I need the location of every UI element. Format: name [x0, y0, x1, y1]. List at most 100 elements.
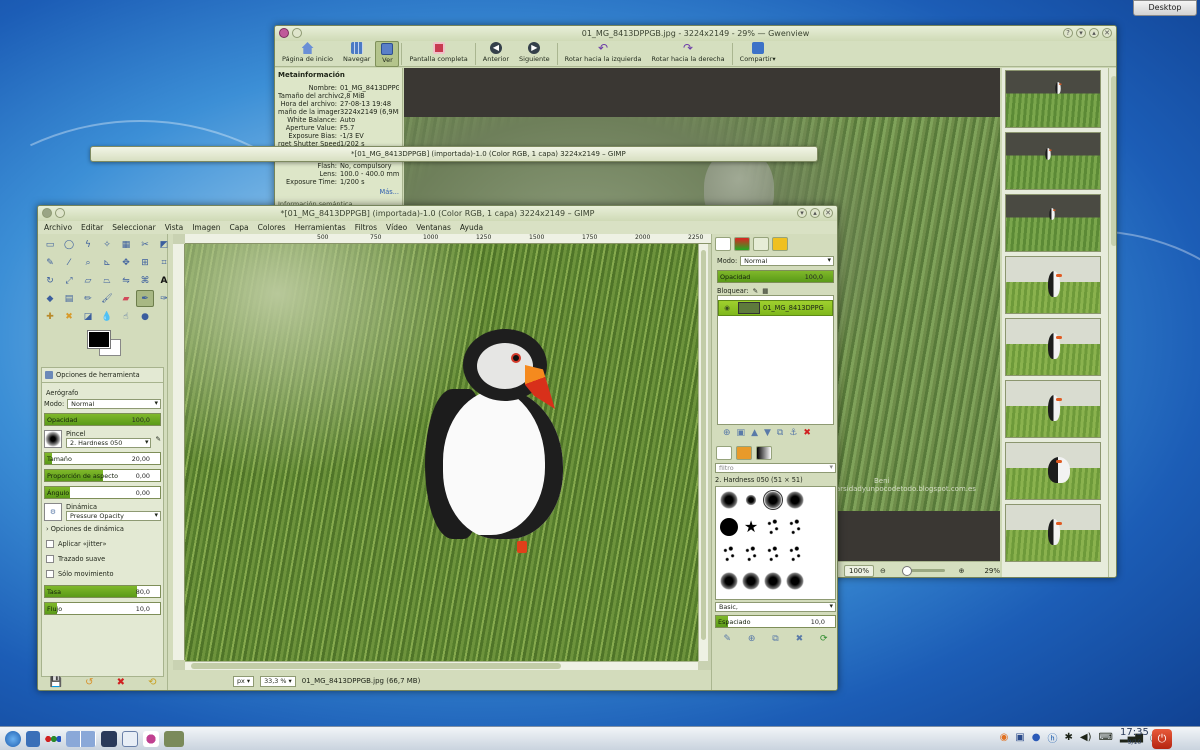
- keyboard-icon[interactable]: ⌨: [1098, 732, 1112, 743]
- crop-icon[interactable]: ⌗: [155, 254, 173, 271]
- brush-item[interactable]: [786, 545, 804, 563]
- duplicate-layer-icon[interactable]: ⧉: [777, 428, 783, 438]
- menu-ayuda[interactable]: Ayuda: [460, 223, 483, 232]
- brush-item[interactable]: [764, 518, 782, 536]
- smooth-checkbox[interactable]: Trazado suave: [46, 555, 159, 563]
- blend-icon[interactable]: ▤: [60, 290, 78, 307]
- brush-item[interactable]: [786, 572, 804, 590]
- menu-filtros[interactable]: Filtros: [355, 223, 377, 232]
- next-button[interactable]: ▶ Siguiente: [514, 41, 555, 67]
- zoom-in-icon[interactable]: ⊕: [959, 567, 965, 575]
- text-icon[interactable]: A: [155, 272, 173, 289]
- layers-tab-icon[interactable]: [715, 237, 731, 251]
- anchor-layer-icon[interactable]: ⚓: [789, 428, 797, 438]
- bucket-fill-icon[interactable]: ◆: [41, 290, 59, 307]
- gwenview-task-icon[interactable]: [143, 730, 159, 747]
- kde-menu-icon[interactable]: [5, 730, 21, 747]
- menu-vista[interactable]: Vista: [165, 223, 184, 232]
- zoom-slider[interactable]: [901, 566, 945, 576]
- aspect-scale[interactable]: Proporción de aspecto 0,00: [44, 469, 161, 482]
- firefox-icon[interactable]: ◉: [1000, 732, 1009, 743]
- fullscreen-button[interactable]: Pantalla completa: [404, 41, 472, 67]
- minimize-icon[interactable]: ▾: [1076, 28, 1086, 38]
- scissors-icon[interactable]: ✂: [136, 236, 154, 253]
- scale-icon[interactable]: ⤢: [60, 272, 78, 289]
- brush-item[interactable]: [745, 494, 757, 506]
- menu-imagen[interactable]: Imagen: [192, 223, 220, 232]
- color-picker-icon[interactable]: ⁄: [60, 254, 78, 271]
- clock[interactable]: 17:35 9/10: [1120, 728, 1149, 748]
- size-scale[interactable]: Tamaño 20,00: [44, 452, 161, 465]
- rect-select-icon[interactable]: ▭: [41, 236, 59, 253]
- vertical-ruler[interactable]: [173, 244, 185, 660]
- gimp-app-icon[interactable]: [42, 208, 52, 218]
- previous-button[interactable]: ◀ Anterior: [478, 41, 514, 67]
- zoom-out-icon[interactable]: ⊖: [880, 567, 886, 575]
- fg-bg-colors[interactable]: [86, 329, 167, 363]
- shear-icon[interactable]: ▱: [79, 272, 97, 289]
- menu-editar[interactable]: Editar: [81, 223, 103, 232]
- flip-icon[interactable]: ⇋: [117, 272, 135, 289]
- delete-icon[interactable]: ✖: [117, 677, 125, 688]
- volume-icon[interactable]: ◀): [1080, 732, 1092, 743]
- zoom-100-button[interactable]: 100%: [844, 564, 875, 577]
- ellipse-select-icon[interactable]: ◯: [60, 236, 78, 253]
- menu-archivo[interactable]: Archivo: [44, 223, 72, 232]
- new-layer-icon[interactable]: ⊕: [723, 428, 731, 438]
- globe-icon[interactable]: ●: [1032, 732, 1041, 743]
- cage-icon[interactable]: ⌘: [136, 272, 154, 289]
- channels-tab-icon[interactable]: [734, 237, 750, 251]
- brush-item[interactable]: [763, 490, 783, 510]
- new-group-icon[interactable]: ▣: [737, 428, 746, 438]
- tool-options-tab[interactable]: Opciones de herramienta: [41, 367, 164, 382]
- lower-layer-icon[interactable]: ▼: [764, 428, 771, 438]
- brush-field[interactable]: 2. Hardness 050: [66, 438, 152, 448]
- foreground-color[interactable]: [87, 330, 111, 349]
- new-brush-icon[interactable]: ⊕: [748, 634, 756, 644]
- heal-icon[interactable]: ✖: [60, 308, 78, 325]
- refresh-brushes-icon[interactable]: ⟳: [820, 634, 828, 644]
- clone-icon[interactable]: ✚: [41, 308, 59, 325]
- pin-icon[interactable]: [55, 208, 65, 218]
- brush-preview-icon[interactable]: [44, 430, 62, 448]
- more-link[interactable]: Más...: [278, 188, 399, 196]
- maximize-icon[interactable]: ▴: [810, 208, 820, 218]
- motion-only-checkbox[interactable]: Sólo movimiento: [46, 570, 159, 578]
- thumbnail[interactable]: [1005, 70, 1101, 128]
- rotate-icon[interactable]: ↻: [41, 272, 59, 289]
- thumbnail-scrollbar[interactable]: [1108, 68, 1116, 577]
- gimp-titlebar[interactable]: *[01_MG_8413DPPGB] (importada)-1.0 (Colo…: [38, 206, 837, 221]
- brush-preset[interactable]: Basic,: [715, 602, 836, 612]
- reset-icon[interactable]: ⟲: [148, 677, 156, 688]
- activity-dots-icon[interactable]: [45, 730, 61, 747]
- rotate-right-button[interactable]: ↷ Rotar hacia la derecha: [646, 41, 729, 67]
- rotate-left-button[interactable]: ↶ Rotar hacia la izquierda: [560, 41, 647, 67]
- paths-icon[interactable]: ✎: [41, 254, 59, 271]
- image-canvas[interactable]: [185, 244, 698, 661]
- thumbnail[interactable]: [1005, 380, 1101, 438]
- delete-layer-icon[interactable]: ✖: [803, 428, 811, 438]
- view-button[interactable]: Ver: [375, 41, 400, 67]
- mode-combo[interactable]: Normal: [67, 399, 161, 409]
- eraser-icon[interactable]: ▰: [117, 290, 135, 307]
- power-icon[interactable]: ⏻: [1152, 729, 1172, 749]
- brush-item[interactable]: [742, 572, 760, 590]
- layer-row[interactable]: ◉ 01_MG_8413DPPG: [718, 300, 833, 316]
- perspective-clone-icon[interactable]: ◪: [79, 308, 97, 325]
- duplicate-brush-icon[interactable]: ⧉: [772, 634, 778, 644]
- jitter-checkbox[interactable]: Aplicar «jitter»: [46, 540, 159, 548]
- spacing-scale[interactable]: Espaciado 10,0: [715, 615, 836, 628]
- edit-brush-icon[interactable]: ✎: [723, 634, 731, 644]
- layer-opacity-scale[interactable]: Opacidad 100,0: [717, 270, 834, 283]
- brush-item[interactable]: [720, 518, 738, 536]
- display-icon[interactable]: ▣: [1015, 732, 1024, 743]
- bluetooth-icon[interactable]: ✱: [1065, 732, 1073, 743]
- lock-alpha-icon[interactable]: ▦: [762, 287, 768, 295]
- hp-printer-icon[interactable]: ⓗ: [1048, 730, 1058, 745]
- edit-brush-icon[interactable]: ✎: [155, 435, 161, 443]
- pencil-icon[interactable]: ✏: [79, 290, 97, 307]
- move-icon[interactable]: ✥: [117, 254, 135, 271]
- patterns-tab-icon[interactable]: [736, 446, 752, 460]
- window-menu-icon[interactable]: [279, 28, 289, 38]
- free-select-icon[interactable]: ϟ: [79, 236, 97, 253]
